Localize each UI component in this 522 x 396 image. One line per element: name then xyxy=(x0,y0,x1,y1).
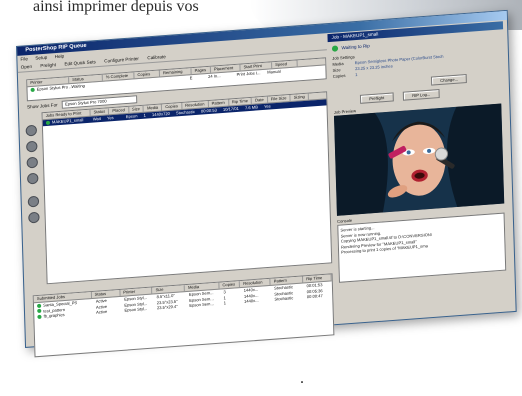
menu-file[interactable]: File xyxy=(20,56,28,62)
job-status-cell: Wait xyxy=(92,115,101,122)
job-detail-panel: Job - MAKEUP1_small Waiting to Rip Job S… xyxy=(327,21,511,321)
printer-pages-cell: E xyxy=(189,75,193,81)
top-caption-text: ainsi imprimer depuis vos xyxy=(33,0,199,15)
job-preview-image xyxy=(333,103,505,216)
job-pattern-cell: Stochastic xyxy=(175,109,195,116)
job-action-buttons xyxy=(25,124,41,229)
col-size[interactable]: Size xyxy=(128,105,145,113)
printer-complete-cell xyxy=(101,80,132,88)
printer-remaining-cell xyxy=(156,76,187,84)
job-sizing-cell: Yes xyxy=(263,103,271,109)
submitted-status-cell: Active xyxy=(96,308,108,315)
job-file-size-cell: 7.6 MB xyxy=(244,104,258,111)
console-output[interactable]: Server is starting... Server is now runn… xyxy=(337,212,507,283)
rip-queue-window: PosterShop RIP Queue File Setup Help Ope… xyxy=(16,9,517,358)
job-copies-cell: 1 xyxy=(143,112,146,118)
submitted-pattern-cell: Stochastic xyxy=(274,295,294,302)
job-date-cell: 10/17/01 xyxy=(222,105,239,112)
setting-key: Copies xyxy=(332,72,346,79)
printer-speed-cell: Manual xyxy=(267,68,281,75)
status-ok-icon xyxy=(30,87,35,92)
menu-setup[interactable]: Setup xyxy=(35,55,47,61)
submitted-resolution-cell: 1440x... xyxy=(243,297,259,304)
menu-help[interactable]: Help xyxy=(55,53,65,59)
calibrate-button[interactable]: Calibrate xyxy=(147,54,166,60)
printer-status-cell: Waiting xyxy=(71,83,85,90)
job-placed-cell: Yes xyxy=(106,114,114,121)
open-button[interactable]: Open xyxy=(21,64,32,70)
printer-start-cell: Print Jobs I... xyxy=(236,70,261,77)
col-date[interactable]: Date xyxy=(251,96,268,104)
jobs-for-label: Show Jobs For xyxy=(26,102,58,110)
job-status-text: Waiting to Rip xyxy=(341,43,370,51)
delete-job-icon[interactable] xyxy=(27,195,40,208)
move-up-icon[interactable] xyxy=(25,124,38,137)
hold-job-icon[interactable] xyxy=(28,211,40,224)
job-media-cell: Epson xyxy=(125,113,138,120)
status-ok-icon xyxy=(331,45,339,52)
configure-printer-button[interactable]: Configure Printer xyxy=(104,56,139,64)
edit-quick-sets-button[interactable]: Edit Quick Sets xyxy=(64,59,96,66)
move-top-icon[interactable] xyxy=(26,156,39,169)
submitted-media-cell: Epson Sem... xyxy=(189,301,214,308)
printer-copies-cell xyxy=(132,78,157,85)
makeup-portrait-image xyxy=(333,103,505,216)
job-rip-time-cell: 00:00:53 xyxy=(200,107,217,114)
job-active-icon xyxy=(37,314,42,319)
change-settings-button[interactable]: Change... xyxy=(430,73,468,86)
rip-log-button[interactable]: RIP Log... xyxy=(402,89,440,101)
submitted-printer-cell: Epson Styl... xyxy=(124,305,148,313)
job-resolution-cell: 1440x720 xyxy=(151,110,170,118)
jobs-table: Jobs Ready to Print Status Placed Size M… xyxy=(41,91,333,285)
submitted-rip-time-cell: 00:00:47 xyxy=(306,293,323,300)
screenshot-scene: ainsi imprimer depuis vos PosterShop RIP… xyxy=(0,0,522,396)
move-down-icon[interactable] xyxy=(26,140,38,153)
queue-panel: Printer Status % Complete Copies Remaini… xyxy=(20,51,335,358)
submitted-jobs-table: Submitted Jobs Status Printer Size Media… xyxy=(32,273,335,358)
job-ready-icon xyxy=(45,120,51,125)
setting-value: 1 xyxy=(355,72,358,78)
submitted-size-cell: 23.5"x29.4" xyxy=(156,303,178,311)
bottom-caption-text: . xyxy=(300,370,304,387)
printer-placement-cell: 24 In... xyxy=(208,73,221,79)
preflight-button[interactable]: Preflight xyxy=(359,92,394,104)
move-bottom-icon[interactable] xyxy=(26,172,39,185)
submitted-copies-cell: 1 xyxy=(223,300,227,306)
preflight-toolbar-button[interactable]: Prelight xyxy=(40,62,56,68)
